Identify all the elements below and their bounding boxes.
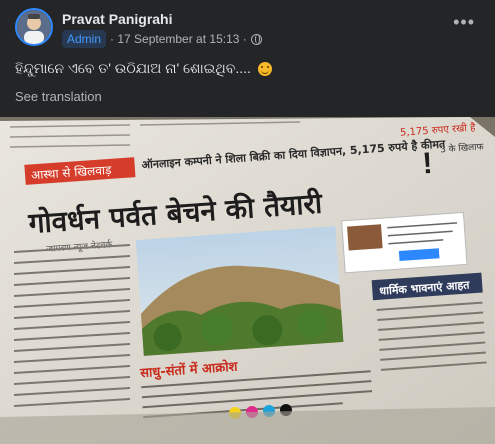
avatar[interactable]: [15, 8, 53, 46]
post-header: Pravat Panigrahi Admin · 17 September at…: [15, 8, 485, 48]
post-timestamp[interactable]: · 17 September at 15:13 ·: [110, 32, 247, 46]
smile-emoji-icon: [257, 62, 272, 77]
globe-icon: [250, 33, 262, 45]
facebook-post: Pravat Panigrahi Admin · 17 September at…: [0, 0, 495, 444]
post-photo[interactable]: आस्था से खिलवाड़ ऑनलाइन कम्पनी ने शिला ब…: [0, 117, 495, 444]
admin-badge[interactable]: Admin: [62, 30, 107, 48]
more-options-icon[interactable]: •••: [453, 12, 475, 33]
post-message-text: ହିନ୍ଦୁମାନେ ଏବେ ତ' ଉଠିଯାଅ ନା' ଶୋଇଥିବ....: [15, 60, 255, 76]
post-meta: Admin · 17 September at 15:13 ·: [62, 30, 262, 48]
see-translation-link[interactable]: See translation: [15, 89, 102, 104]
author-name[interactable]: Pravat Panigrahi: [62, 11, 173, 27]
post-message: ହିନ୍ଦୁମାନେ ଏବେ ତ' ଉଠିଯାଅ ନା' ଶୋଇଥିବ....: [15, 60, 272, 77]
